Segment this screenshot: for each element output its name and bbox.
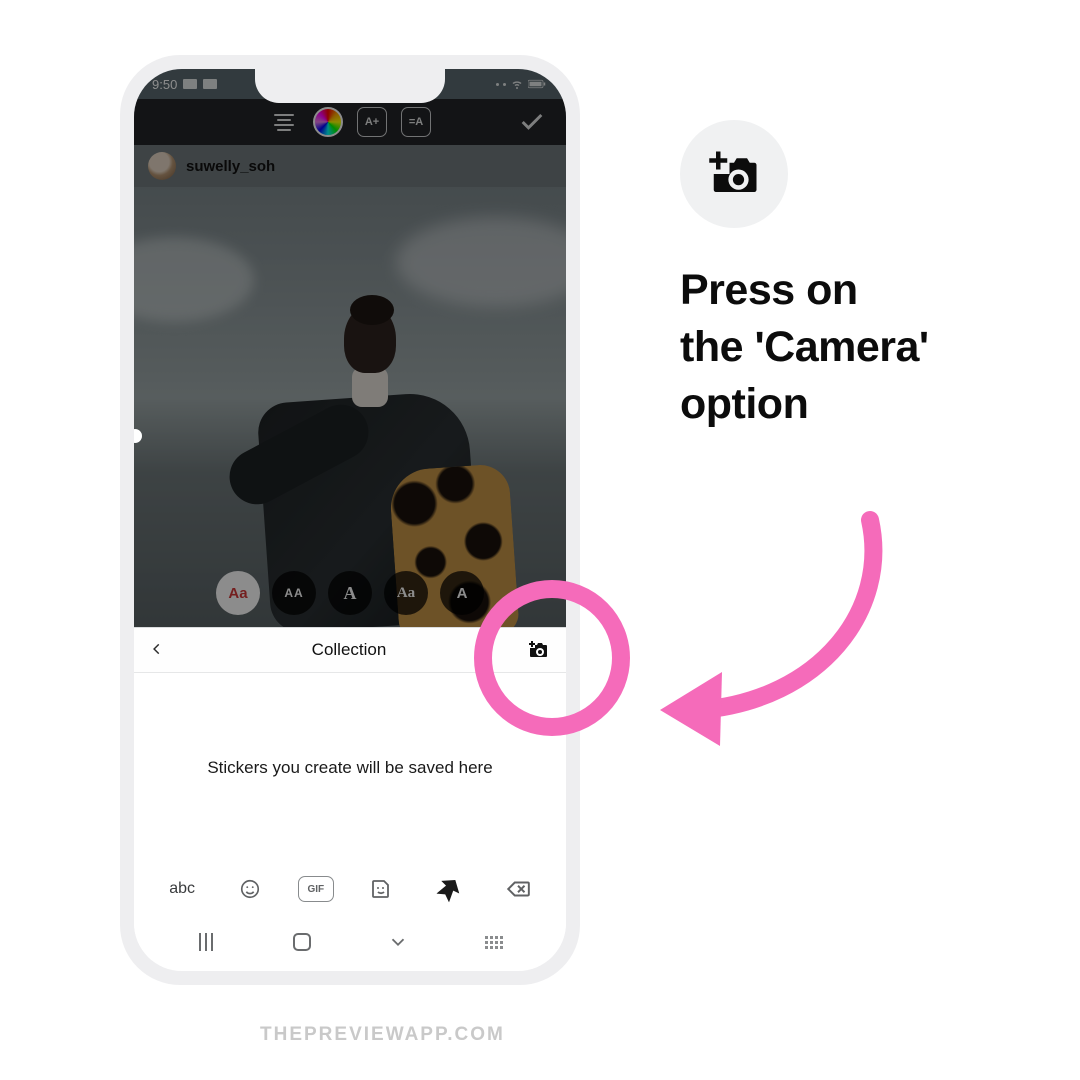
keyboard-backspace-button[interactable]: [497, 873, 539, 905]
watermark-text: THEPREVIEWAPP.COM: [260, 1024, 505, 1046]
color-picker-button[interactable]: [313, 107, 343, 137]
phone-frame: 9:50 A+: [120, 55, 580, 985]
text-style-button-1[interactable]: A+: [357, 107, 387, 137]
phone-screen: 9:50 A+: [134, 69, 566, 971]
text-size-slider[interactable]: [134, 429, 142, 443]
nav-home-button[interactable]: [287, 927, 317, 957]
keyboard-pin-button[interactable]: [428, 873, 470, 905]
collection-back-button[interactable]: [150, 639, 172, 662]
annotation-icon-badge: [680, 120, 788, 228]
annotation-highlight-circle: [474, 580, 630, 736]
phone-notch: [255, 69, 445, 103]
battery-icon: [528, 79, 546, 89]
nav-recent-button[interactable]: [191, 927, 221, 957]
sticker-empty-text: Stickers you create will be saved here: [207, 758, 492, 778]
nav-keyboard-button[interactable]: [479, 927, 509, 957]
nav-back-button[interactable]: [383, 927, 413, 957]
pin-icon: [434, 874, 465, 905]
android-nav-bar: [134, 915, 566, 969]
annotation-line-2: the 'Camera': [680, 319, 1050, 376]
story-text-toolbar: A+ =A: [134, 99, 566, 145]
font-option-3[interactable]: A: [328, 571, 372, 615]
font-option-2[interactable]: AA: [272, 571, 316, 615]
status-time: 9:50: [152, 77, 177, 92]
keyboard-quick-row: abc GIF: [134, 863, 566, 915]
user-row: suwelly_soh: [134, 145, 566, 187]
font-option-1[interactable]: Aa: [216, 571, 260, 615]
annotation-line-1: Press on: [680, 262, 1050, 319]
keyboard-emoji-button[interactable]: [229, 873, 271, 905]
text-align-button[interactable]: [269, 107, 299, 137]
username-label: suwelly_soh: [186, 158, 275, 175]
done-checkmark-button[interactable]: [518, 108, 546, 136]
story-editor-dimmed-area: 9:50 A+: [134, 69, 566, 627]
annotation-arrow: [640, 500, 920, 760]
status-signal-icon: [496, 83, 499, 86]
avatar: [148, 152, 176, 180]
annotation-text: Press on the 'Camera' option: [680, 262, 1050, 432]
collection-title: Collection: [312, 640, 387, 660]
status-image-icon: [183, 79, 197, 89]
wifi-icon: [510, 78, 524, 90]
keyboard-gif-button[interactable]: GIF: [298, 876, 334, 902]
annotation-block: Press on the 'Camera' option: [680, 120, 1050, 432]
font-option-4[interactable]: Aa: [384, 571, 428, 615]
status-card-icon: [203, 79, 217, 89]
camera-add-icon: [707, 147, 761, 201]
keyboard-sticker-button[interactable]: [360, 873, 402, 905]
annotation-line-3: option: [680, 376, 1050, 433]
font-option-5[interactable]: A: [440, 571, 484, 615]
keyboard-abc-button[interactable]: abc: [161, 873, 203, 905]
story-photo: Aa AA A Aa A: [134, 187, 566, 627]
status-signal-icon: [503, 83, 506, 86]
text-style-button-2[interactable]: =A: [401, 107, 431, 137]
